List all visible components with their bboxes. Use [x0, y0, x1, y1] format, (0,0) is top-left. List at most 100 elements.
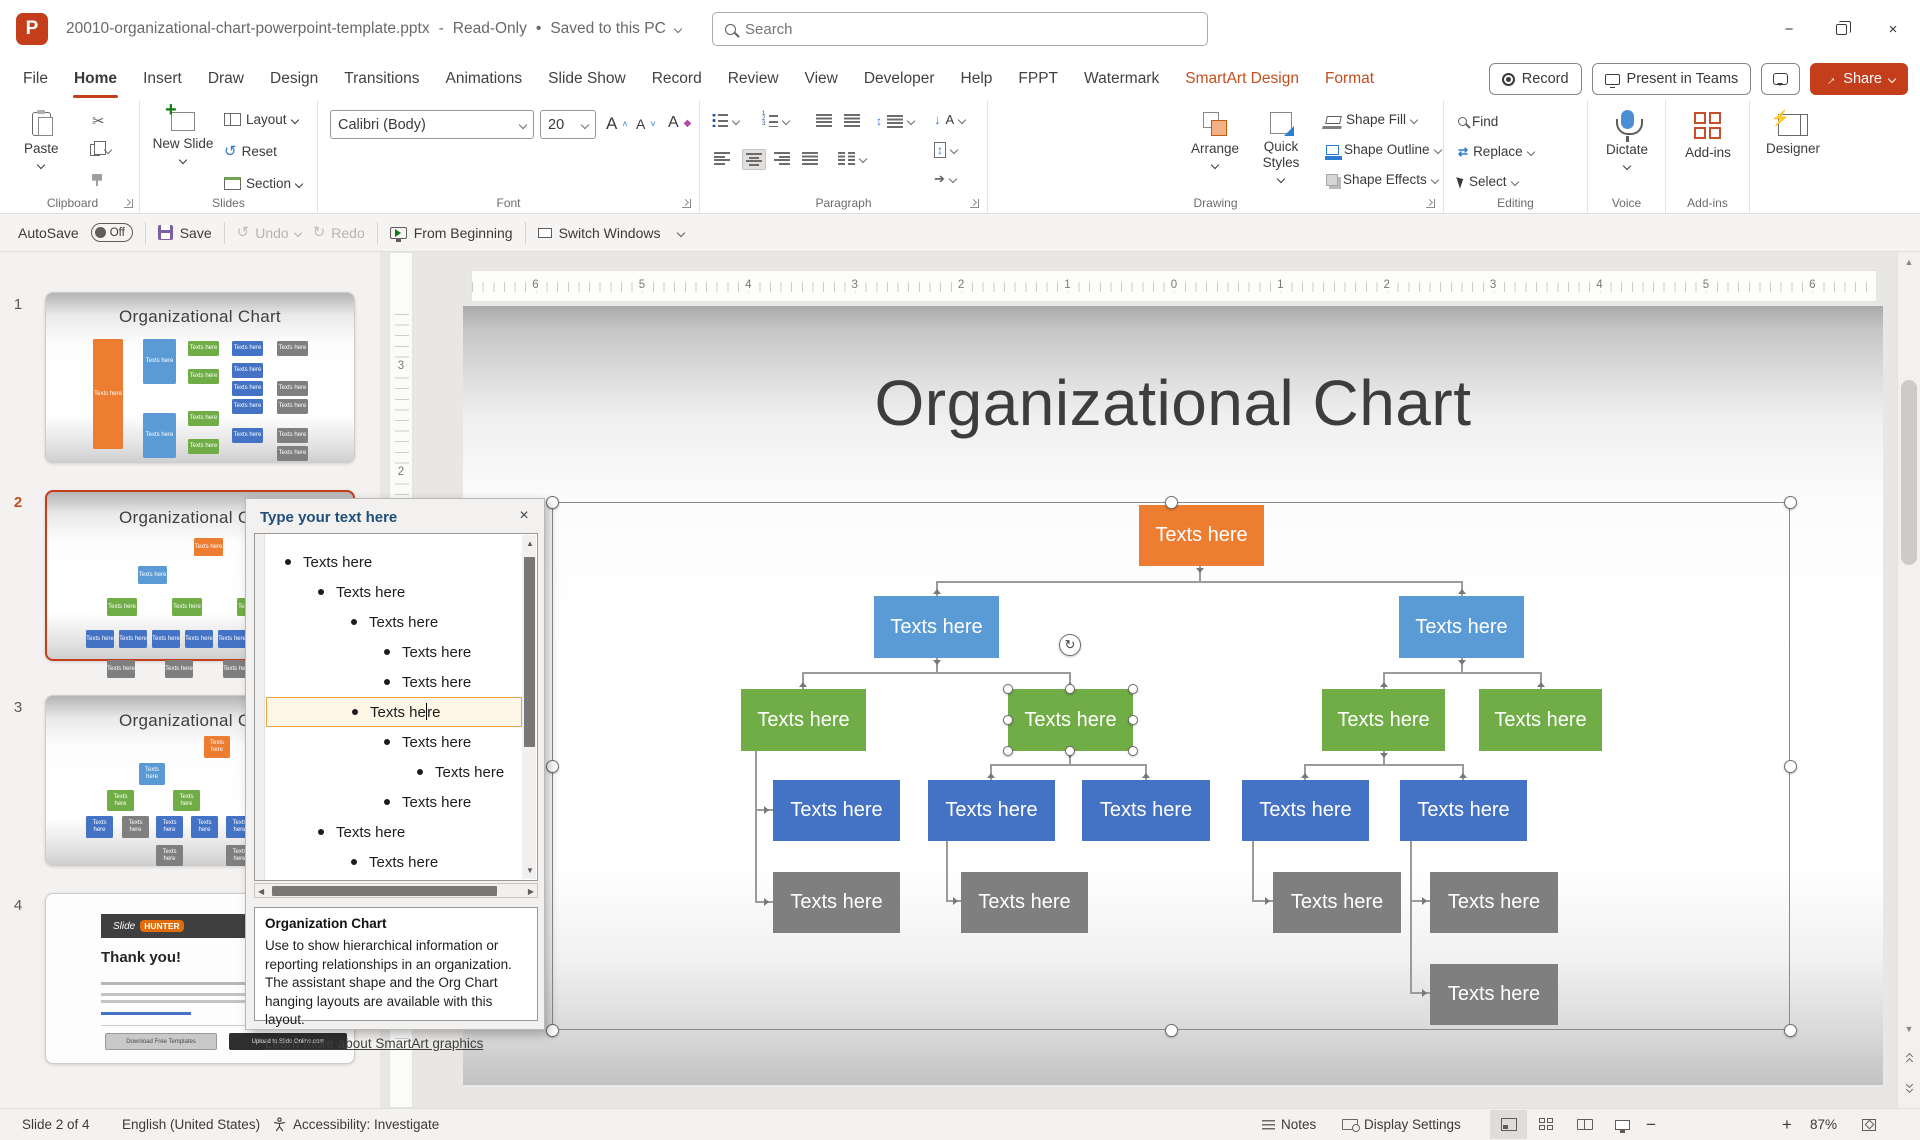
- clipboard-dialog-launcher-icon[interactable]: [124, 199, 133, 208]
- search-input[interactable]: [745, 21, 1045, 38]
- scroll-up-icon[interactable]: ▲: [526, 539, 534, 548]
- tab-fppt[interactable]: FPPT: [1005, 58, 1071, 100]
- zoom-level[interactable]: 87%: [1810, 1109, 1837, 1140]
- text-pane-item[interactable]: Texts here: [266, 547, 522, 577]
- org-node-gr3[interactable]: Texts here: [1273, 872, 1401, 933]
- tab-watermark[interactable]: Watermark: [1071, 58, 1172, 100]
- scrollbar-thumb[interactable]: [1901, 380, 1917, 565]
- align-text-button[interactable]: ↕: [934, 142, 957, 158]
- tab-animations[interactable]: Animations: [432, 58, 535, 100]
- text-pane-item[interactable]: Texts here: [266, 697, 522, 727]
- shape-selection-handle[interactable]: [1128, 715, 1138, 725]
- display-settings-button[interactable]: Display Settings: [1342, 1109, 1461, 1140]
- org-node-gr5[interactable]: Texts here: [1430, 964, 1558, 1025]
- org-node-b2[interactable]: Texts here: [928, 780, 1055, 841]
- numbering-button[interactable]: [762, 114, 789, 127]
- tab-file[interactable]: File: [10, 58, 61, 100]
- align-left-button[interactable]: [714, 152, 730, 165]
- addins-button[interactable]: Add-ins: [1682, 112, 1734, 161]
- shape-selection-handle[interactable]: [1003, 715, 1013, 725]
- selection-handle[interactable]: [1784, 760, 1797, 773]
- tab-view[interactable]: View: [792, 58, 851, 100]
- org-node-g2[interactable]: Texts here: [1008, 689, 1133, 751]
- text-pane-item[interactable]: Texts here: [266, 847, 522, 877]
- slide-sorter-view-button[interactable]: [1528, 1110, 1565, 1139]
- fit-to-window-button[interactable]: [1862, 1109, 1876, 1140]
- org-node-g4[interactable]: Texts here: [1479, 689, 1602, 751]
- present-in-teams-button[interactable]: Present in Teams: [1592, 63, 1752, 95]
- reading-view-button[interactable]: [1566, 1110, 1603, 1139]
- org-node-g1[interactable]: Texts here: [741, 689, 866, 751]
- tab-home[interactable]: Home: [61, 58, 130, 100]
- next-slide-button[interactable]: [1900, 1076, 1918, 1098]
- columns-button[interactable]: [838, 152, 866, 165]
- text-pane-close-button[interactable]: ×: [514, 507, 534, 525]
- org-node-b1[interactable]: Texts here: [773, 780, 900, 841]
- restore-button[interactable]: [1818, 0, 1864, 58]
- scroll-right-icon[interactable]: ▶: [528, 887, 534, 896]
- dictate-button[interactable]: Dictate: [1602, 110, 1652, 169]
- scroll-down-icon[interactable]: ▼: [1898, 1024, 1920, 1034]
- shape-fill-button[interactable]: Shape Fill: [1326, 112, 1417, 127]
- accessibility-indicator[interactable]: Accessibility: Investigate: [272, 1109, 439, 1140]
- tab-developer[interactable]: Developer: [851, 58, 948, 100]
- notes-button[interactable]: Notes: [1262, 1109, 1316, 1140]
- shape-selection-handle[interactable]: [1128, 746, 1138, 756]
- scroll-down-icon[interactable]: ▼: [526, 866, 534, 875]
- share-button[interactable]: → Share: [1810, 63, 1908, 95]
- text-pane-vscrollbar[interactable]: ▲ ▼: [522, 535, 536, 879]
- redo-button[interactable]: ↻Redo: [313, 225, 365, 241]
- org-node-gr1[interactable]: Texts here: [773, 872, 900, 933]
- font-dialog-launcher-icon[interactable]: [682, 199, 691, 208]
- org-node-b3[interactable]: Texts here: [1082, 780, 1210, 841]
- org-node-g3[interactable]: Texts here: [1322, 689, 1445, 751]
- justify-button[interactable]: [802, 152, 818, 165]
- selection-handle[interactable]: [546, 1024, 559, 1037]
- record-button[interactable]: Record: [1489, 63, 1582, 95]
- selection-handle[interactable]: [1165, 496, 1178, 509]
- clear-formatting-button[interactable]: A◆: [668, 114, 691, 132]
- replace-button[interactable]: ⇄Replace: [1458, 144, 1534, 159]
- scroll-up-icon[interactable]: ▲: [1898, 257, 1920, 267]
- slide-title[interactable]: Organizational Chart: [723, 366, 1623, 440]
- text-direction-button[interactable]: ↓A: [934, 112, 965, 127]
- font-name-combo[interactable]: Calibri (Body): [330, 110, 534, 139]
- text-pane-list[interactable]: Texts here Texts here Texts here Texts here…: [254, 533, 538, 881]
- scroll-left-icon[interactable]: ◀: [258, 887, 264, 896]
- text-pane-item[interactable]: Texts here: [266, 757, 522, 787]
- save-button[interactable]: Save: [158, 225, 212, 241]
- select-button[interactable]: Select: [1458, 174, 1518, 189]
- shape-effects-button[interactable]: Shape Effects: [1326, 172, 1438, 187]
- font-size-combo[interactable]: 20: [540, 110, 596, 139]
- designer-button[interactable]: Designer: [1762, 114, 1824, 157]
- shape-selection-handle[interactable]: [1128, 684, 1138, 694]
- cut-button[interactable]: ✂: [92, 114, 105, 129]
- tab-review[interactable]: Review: [715, 58, 792, 100]
- paste-button[interactable]: Paste: [24, 112, 59, 168]
- line-spacing-button[interactable]: ↕: [876, 114, 914, 128]
- learn-more-link[interactable]: Learn more about SmartArt graphics: [265, 1036, 483, 1051]
- tab-transitions[interactable]: Transitions: [331, 58, 432, 100]
- org-node-root[interactable]: Texts here: [1139, 505, 1264, 566]
- tab-insert[interactable]: Insert: [130, 58, 195, 100]
- text-pane-hscrollbar[interactable]: ◀ ▶: [254, 883, 538, 898]
- qat-overflow-button[interactable]: [677, 228, 685, 236]
- bullets-button[interactable]: [712, 114, 739, 127]
- tab-help[interactable]: Help: [948, 58, 1006, 100]
- previous-slide-button[interactable]: [1900, 1048, 1918, 1070]
- decrease-indent-button[interactable]: [816, 114, 832, 127]
- tab-smartart-design[interactable]: SmartArt Design: [1172, 58, 1312, 100]
- search-box[interactable]: [712, 12, 1208, 46]
- zoom-in-button[interactable]: +: [1782, 1109, 1792, 1140]
- selection-handle[interactable]: [1784, 496, 1797, 509]
- format-painter-button[interactable]: [92, 174, 102, 186]
- tab-draw[interactable]: Draw: [195, 58, 257, 100]
- close-button[interactable]: ×: [1870, 0, 1916, 58]
- org-node-r[interactable]: Texts here: [1399, 596, 1524, 658]
- decrease-font-button[interactable]: A˅: [636, 116, 656, 132]
- tab-record[interactable]: Record: [639, 58, 715, 100]
- autosave-toggle[interactable]: Off: [91, 223, 133, 242]
- normal-view-button[interactable]: [1490, 1110, 1527, 1139]
- paragraph-dialog-launcher-icon[interactable]: [970, 199, 979, 208]
- layout-button[interactable]: Layout: [224, 112, 298, 127]
